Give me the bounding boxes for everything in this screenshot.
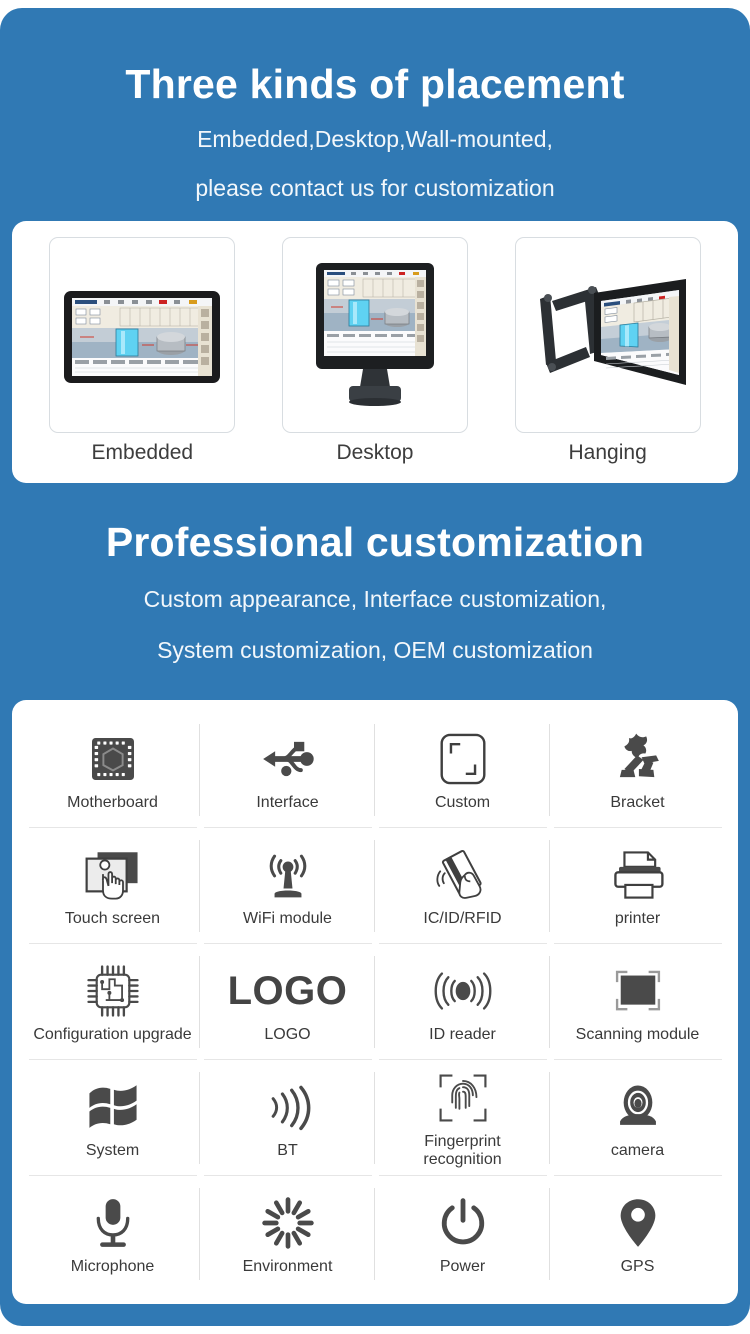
placement-items-row: Embedded Desktop Hanging bbox=[12, 221, 738, 483]
placement-item-embedded[interactable]: Embedded bbox=[44, 237, 240, 465]
embedded-panel-pc-image bbox=[64, 291, 221, 383]
feature-cell-environment[interactable]: Environment bbox=[200, 1176, 375, 1292]
feature-label: Power bbox=[439, 1258, 486, 1276]
feature-label: Scanning module bbox=[575, 1026, 700, 1044]
feature-label: Microphone bbox=[70, 1258, 155, 1276]
feature-label: Fingerprint recognition bbox=[423, 1133, 502, 1168]
feature-cell-printer[interactable]: printer bbox=[550, 828, 725, 944]
touch-hand-icon bbox=[83, 844, 143, 906]
printer-icon bbox=[610, 844, 666, 906]
power-icon bbox=[438, 1192, 488, 1254]
feature-cell-scanning-module[interactable]: Scanning module bbox=[550, 944, 725, 1060]
feature-cell-microphone[interactable]: Microphone bbox=[25, 1176, 200, 1292]
feature-cell-fingerprint-recognition[interactable]: Fingerprint recognition bbox=[375, 1060, 550, 1176]
cpu-circuit-icon bbox=[84, 960, 142, 1022]
feature-cell-id-reader[interactable]: ID reader bbox=[375, 944, 550, 1060]
feature-label: System bbox=[85, 1142, 140, 1160]
feature-cell-touch-screen[interactable]: Touch screen bbox=[25, 828, 200, 944]
feature-label: Touch screen bbox=[64, 910, 161, 928]
feature-cell-gps[interactable]: GPS bbox=[550, 1176, 725, 1292]
feature-label: printer bbox=[614, 910, 661, 928]
fingerprint-icon bbox=[437, 1067, 489, 1129]
hanging-image-frame bbox=[514, 237, 701, 433]
vesa-bracket-icon bbox=[609, 728, 667, 790]
feature-label: LOGO bbox=[264, 1026, 311, 1044]
feature-label: Configuration upgrade bbox=[33, 1026, 192, 1044]
rfid-card-hand-icon bbox=[432, 844, 494, 906]
feature-cell-power[interactable]: Power bbox=[375, 1176, 550, 1292]
scanner-bracket-icon bbox=[608, 960, 668, 1022]
bluetooth-waves-icon bbox=[262, 1076, 314, 1138]
placement-subtitle-line2: please contact us for customization bbox=[195, 175, 555, 202]
id-reader-waves-icon bbox=[430, 960, 496, 1022]
placement-item-desktop[interactable]: Desktop bbox=[277, 237, 473, 465]
wifi-antenna-icon bbox=[262, 844, 314, 906]
feature-label: camera bbox=[610, 1142, 665, 1160]
customization-title: Professional customization bbox=[105, 519, 645, 565]
feature-label: Bracket bbox=[610, 794, 665, 812]
placement-label-desktop: Desktop bbox=[336, 441, 414, 464]
feature-label: ID reader bbox=[429, 1026, 496, 1044]
feature-cell-custom[interactable]: Custom bbox=[375, 712, 550, 828]
feature-label: Motherboard bbox=[67, 794, 158, 812]
customization-heading-block: Professional customization Custom appear… bbox=[0, 519, 750, 668]
customization-subtitle-line2: System customization, OEM customization bbox=[157, 637, 593, 664]
logo-text-icon: LOGO bbox=[228, 960, 348, 1022]
feature-grid: Motherboard Interface Custom Bracket Tou… bbox=[25, 712, 725, 1292]
placement-label-embedded: Embedded bbox=[91, 441, 194, 464]
customization-subtitle-line1: Custom appearance, Interface customizati… bbox=[143, 586, 607, 613]
usb-icon bbox=[258, 728, 318, 790]
placement-title: Three kinds of placement bbox=[125, 61, 625, 107]
feature-cell-interface[interactable]: Interface bbox=[200, 712, 375, 828]
feature-label: WiFi module bbox=[243, 910, 332, 928]
feature-cell-wifi-module[interactable]: WiFi module bbox=[200, 828, 375, 944]
features-card: Motherboard Interface Custom Bracket Tou… bbox=[12, 700, 738, 1304]
placement-subtitle-line1: Embedded,Desktop,Wall-mounted, bbox=[197, 126, 553, 153]
placement-item-hanging[interactable]: Hanging bbox=[510, 237, 706, 465]
feature-cell-ic-id-rfid[interactable]: IC/ID/RFID bbox=[375, 828, 550, 944]
feature-label: BT bbox=[277, 1142, 298, 1160]
gps-pin-icon bbox=[617, 1192, 659, 1254]
environment-spinner-icon bbox=[261, 1192, 315, 1254]
logo-word: LOGO bbox=[227, 968, 348, 1013]
feature-label: IC/ID/RFID bbox=[423, 910, 502, 928]
feature-label: GPS bbox=[620, 1258, 655, 1276]
feature-cell-configuration-upgrade[interactable]: Configuration upgrade bbox=[25, 944, 200, 1060]
microphone-icon bbox=[90, 1192, 136, 1254]
custom-frame-icon bbox=[438, 728, 488, 790]
placement-card: Embedded Desktop Hanging bbox=[12, 221, 738, 483]
placement-heading-block: Three kinds of placement Embedded,Deskto… bbox=[0, 61, 750, 206]
feature-cell-system[interactable]: System bbox=[25, 1060, 200, 1176]
placement-label-hanging: Hanging bbox=[568, 441, 647, 464]
windows-flag-icon bbox=[84, 1076, 142, 1138]
feature-label: Environment bbox=[242, 1258, 333, 1276]
feature-cell-bracket[interactable]: Bracket bbox=[550, 712, 725, 828]
feature-cell-camera[interactable]: camera bbox=[550, 1060, 725, 1176]
desktop-stand-monitor-image bbox=[315, 263, 434, 406]
feature-label: Custom bbox=[434, 794, 491, 812]
chip-icon bbox=[85, 728, 141, 790]
camera-icon bbox=[612, 1076, 664, 1138]
feature-cell-logo[interactable]: LOGO LOGO bbox=[200, 944, 375, 1060]
feature-cell-motherboard[interactable]: Motherboard bbox=[25, 712, 200, 828]
product-detail-page: Three kinds of placement Embedded,Deskto… bbox=[0, 0, 750, 1334]
feature-label: Interface bbox=[256, 794, 319, 812]
embedded-image-frame bbox=[49, 237, 236, 433]
feature-cell-bt[interactable]: BT bbox=[200, 1060, 375, 1176]
wall-mount-arm-monitor-image bbox=[539, 279, 686, 385]
desktop-image-frame bbox=[281, 237, 468, 433]
